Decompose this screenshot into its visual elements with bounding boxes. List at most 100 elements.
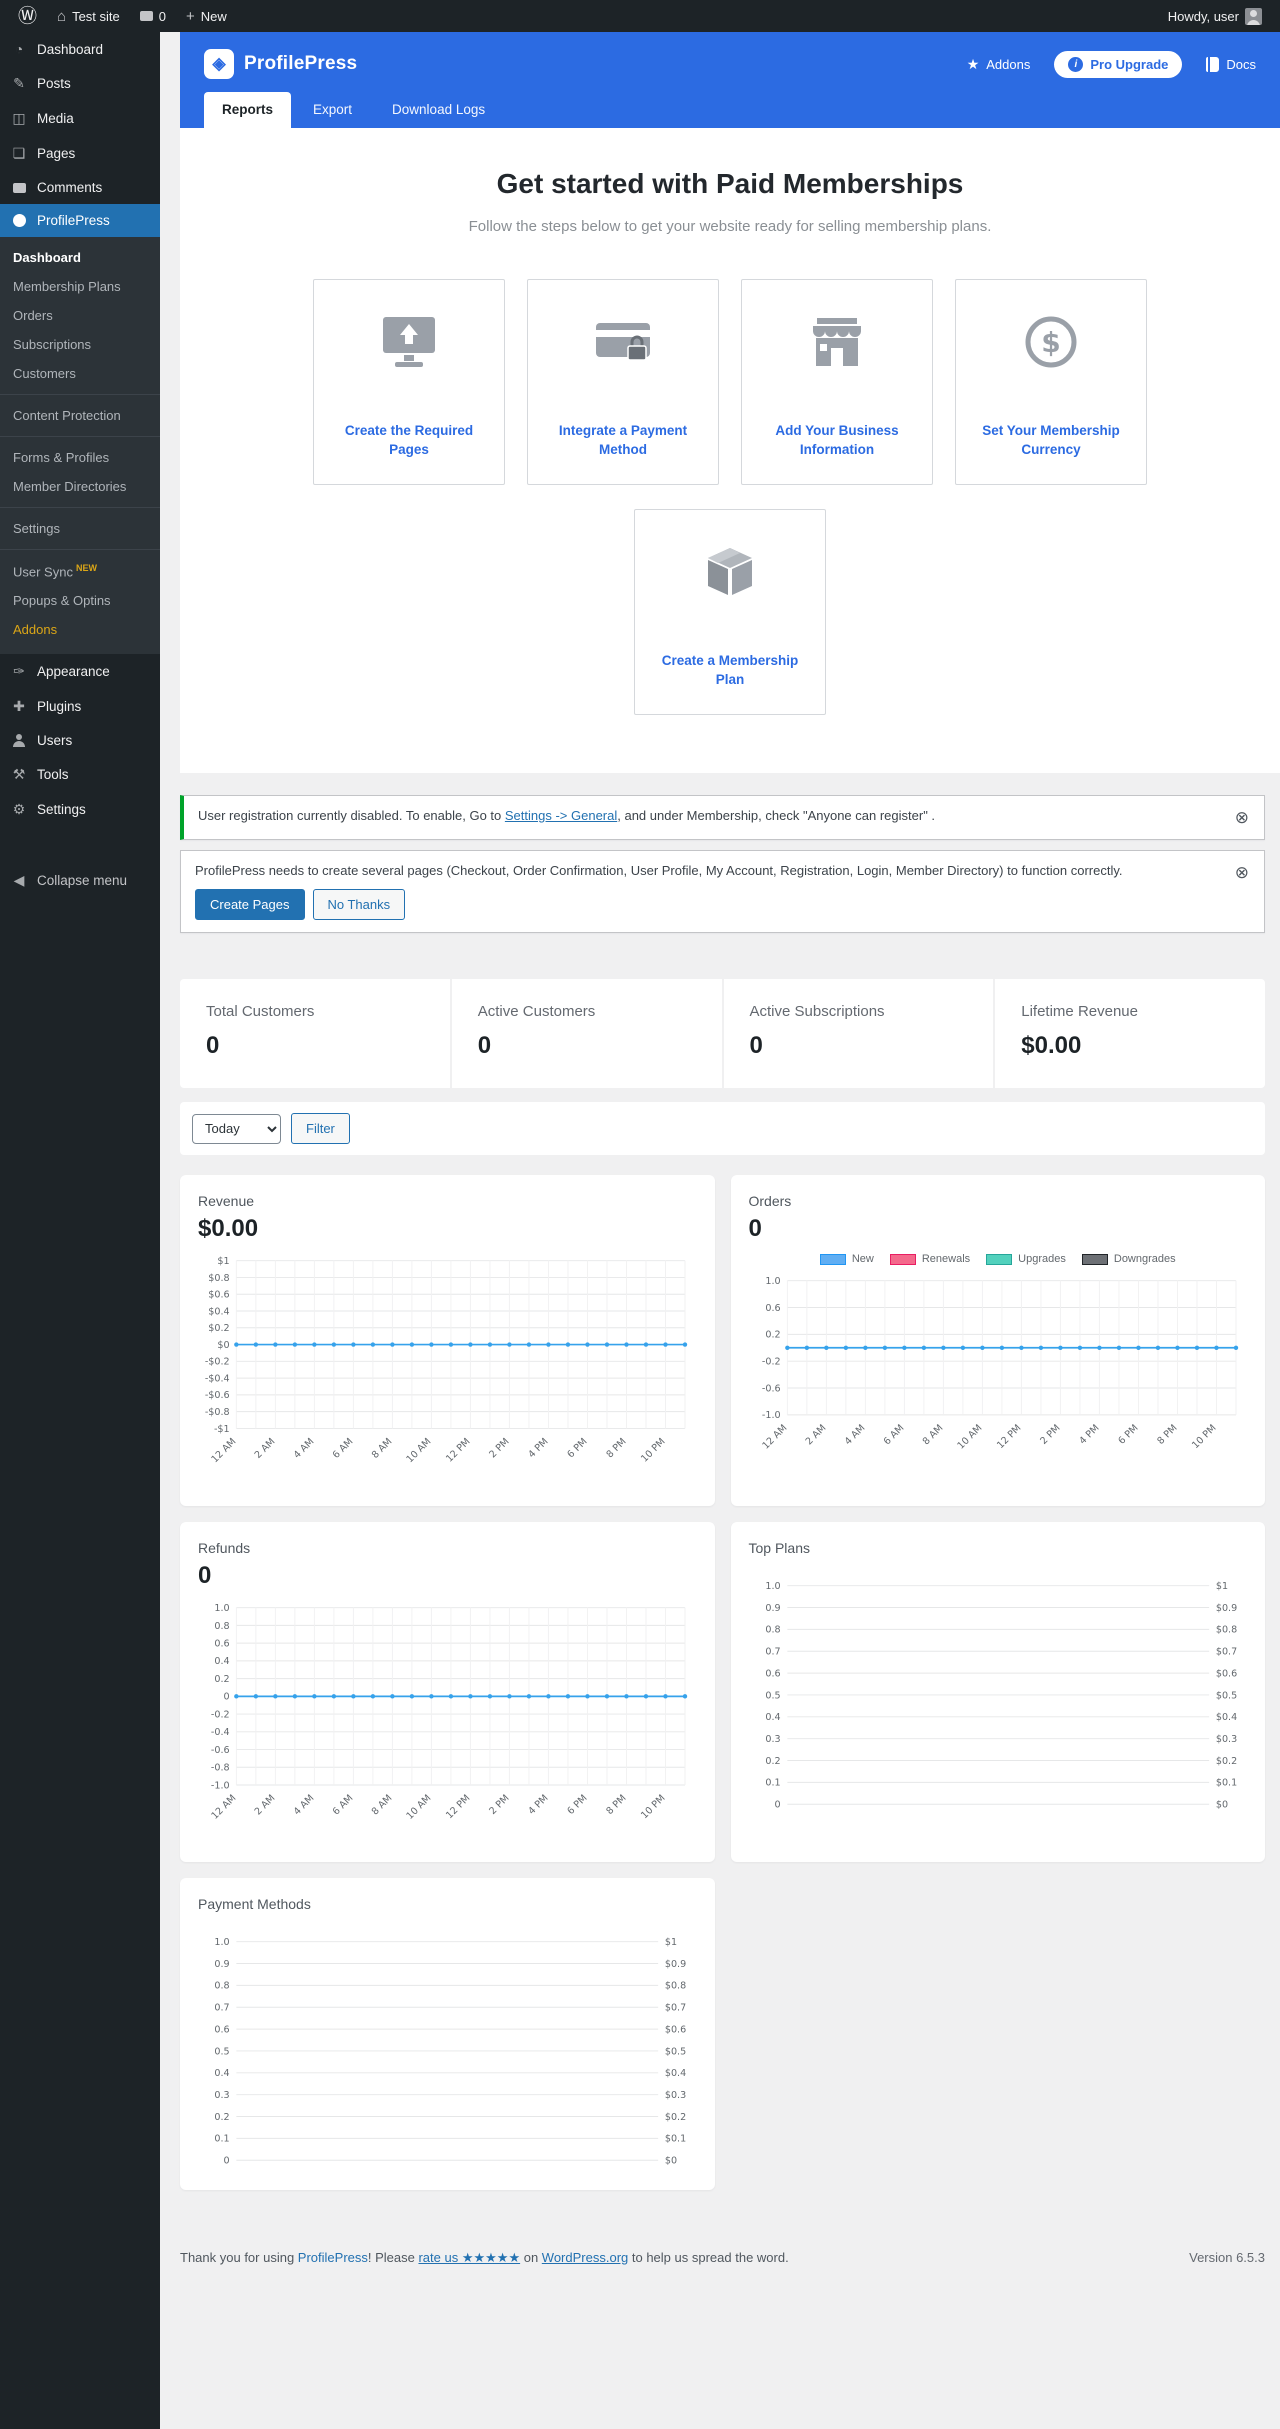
submenu-item-settings[interactable]: Settings: [0, 514, 160, 543]
profilepress-link[interactable]: ProfilePress: [298, 2250, 368, 2265]
wordpress-menu[interactable]: Ⓦ: [10, 0, 45, 32]
profilepress-logo[interactable]: ◈ ProfilePress: [204, 49, 357, 79]
sidebar-item-users[interactable]: Users: [0, 724, 160, 757]
svg-text:0.3: 0.3: [765, 1734, 780, 1745]
refunds-card: Refunds 0 1.0 0.8 0.6 0.4 0.2 0 -0.2 -0.4 -0.6 -0…: [180, 1521, 715, 1862]
chart-value: 0: [198, 1561, 212, 1589]
sidebar-item-label: ProfilePress: [37, 213, 110, 228]
charts-grid: Revenue $0.00 $1 $0.8 $0.6 $0.4 $0.2 $0 -$0.2 -…: [180, 1175, 1265, 2190]
svg-text:8 AM: 8 AM: [920, 1423, 945, 1448]
wordpress-org-link[interactable]: WordPress.org: [542, 2250, 628, 2265]
setup-card-currency[interactable]: $ Set Your Membership Currency: [955, 279, 1147, 485]
svg-text:1.0: 1.0: [765, 1581, 780, 1592]
submenu-item-member-directories[interactable]: Member Directories: [0, 472, 160, 501]
svg-text:-0.8: -0.8: [211, 1762, 230, 1773]
site-name: Test site: [72, 8, 120, 24]
submenu-item-forms-profiles[interactable]: Forms & Profiles: [0, 443, 160, 472]
setup-card-business-info[interactable]: Add Your Business Information: [741, 279, 933, 485]
notice-text: ProfilePress needs to create several pag…: [195, 863, 1123, 878]
svg-text:6 PM: 6 PM: [1116, 1423, 1140, 1447]
svg-text:6 AM: 6 AM: [331, 1792, 356, 1817]
svg-text:8 PM: 8 PM: [604, 1436, 628, 1460]
svg-text:10 AM: 10 AM: [955, 1423, 984, 1452]
settings-general-link[interactable]: Settings -> General: [505, 808, 617, 823]
submenu-item-dashboard[interactable]: Dashboard: [0, 243, 160, 272]
sidebar-item-appearance[interactable]: ✑ Appearance: [0, 654, 160, 689]
submenu-item-customers[interactable]: Customers: [0, 359, 160, 388]
collapse-arrow-icon: ◀: [13, 872, 25, 889]
submenu-item-addons[interactable]: Addons: [0, 615, 160, 644]
legend-item-upgrades[interactable]: Upgrades: [986, 1253, 1066, 1265]
submenu-item-orders[interactable]: Orders: [0, 301, 160, 330]
sidebar-item-profilepress[interactable]: ProfilePress: [0, 204, 160, 237]
legend-item-new[interactable]: New: [819, 1253, 874, 1265]
addons-link[interactable]: ★ Addons: [967, 56, 1031, 73]
svg-text:10 PM: 10 PM: [1190, 1423, 1218, 1451]
sidebar-item-media[interactable]: ◫ Media: [0, 101, 160, 136]
svg-text:$0.3: $0.3: [665, 2090, 686, 2101]
sidebar-item-comments[interactable]: Comments: [0, 171, 160, 204]
submenu-item-content-protection[interactable]: Content Protection: [0, 401, 160, 430]
comments-link[interactable]: 0: [132, 0, 174, 32]
admin-footer: Thank you for using ProfilePress! Please…: [180, 2250, 1265, 2274]
submenu-item-popups-optins[interactable]: Popups & Optins: [0, 586, 160, 615]
submenu-item-user-sync[interactable]: User Sync NEW: [0, 556, 160, 586]
svg-text:6 AM: 6 AM: [881, 1423, 906, 1448]
svg-text:-0.6: -0.6: [761, 1383, 780, 1394]
svg-text:-0.4: -0.4: [211, 1727, 230, 1738]
camera-icon: ◫: [12, 110, 26, 126]
date-range-select[interactable]: Today: [192, 1113, 281, 1144]
sidebar-item-label: Comments: [37, 180, 103, 195]
no-thanks-button[interactable]: No Thanks: [312, 889, 406, 920]
new-content-link[interactable]: + New: [178, 0, 235, 32]
docs-link[interactable]: Docs: [1206, 56, 1256, 72]
setup-card-required-pages[interactable]: Create the Required Pages: [313, 279, 505, 485]
setup-card-label: Create the Required Pages: [344, 423, 474, 458]
rate-us-link[interactable]: rate us ★★★★★: [418, 2250, 520, 2265]
svg-text:$0.6: $0.6: [208, 1290, 229, 1301]
sidebar-item-posts[interactable]: ✎ Posts: [0, 66, 160, 101]
submenu-item-subscriptions[interactable]: Subscriptions: [0, 330, 160, 359]
svg-text:0: 0: [224, 2156, 230, 2167]
sidebar-item-label: Users: [37, 733, 73, 749]
filter-button[interactable]: Filter: [291, 1113, 350, 1144]
svg-text:4 AM: 4 AM: [292, 1792, 317, 1817]
new-badge: NEW: [75, 563, 97, 573]
account-menu[interactable]: Howdy, user: [1160, 0, 1270, 32]
svg-text:0.2: 0.2: [214, 2112, 229, 2123]
collapse-menu-button[interactable]: ◀ Collapse menu: [0, 863, 160, 898]
sidebar-item-settings[interactable]: ⚙ Settings: [0, 792, 160, 827]
submenu-divider: [0, 436, 160, 437]
dismiss-notice-icon[interactable]: ⊗: [1232, 863, 1252, 882]
svg-text:$0.6: $0.6: [665, 2024, 686, 2035]
dismiss-notice-icon[interactable]: ⊗: [1232, 808, 1252, 827]
legend-item-renewals[interactable]: Renewals: [889, 1253, 970, 1265]
pro-upgrade-button[interactable]: i Pro Upgrade: [1054, 50, 1183, 78]
tab-reports[interactable]: Reports: [204, 92, 292, 128]
submenu-item-membership-plans[interactable]: Membership Plans: [0, 272, 160, 301]
sidebar-item-label: Settings: [37, 802, 86, 818]
comment-bubble-icon: [139, 11, 153, 21]
setup-card-membership-plan[interactable]: Create a Membership Plan: [634, 509, 826, 715]
registration-disabled-notice: User registration currently disabled. To…: [180, 795, 1265, 840]
create-pages-button[interactable]: Create Pages: [195, 889, 305, 920]
create-pages-notice: ProfilePress needs to create several pag…: [180, 850, 1265, 933]
sidebar-item-dashboard[interactable]: ◔ Dashboard: [0, 32, 160, 66]
brand-name: ProfilePress: [244, 53, 358, 74]
svg-text:4 PM: 4 PM: [1077, 1423, 1101, 1447]
legend-item-downgrades[interactable]: Downgrades: [1081, 1253, 1176, 1265]
svg-text:12 AM: 12 AM: [209, 1792, 238, 1821]
site-name-link[interactable]: ⌂ Test site: [49, 0, 128, 32]
svg-text:10 PM: 10 PM: [639, 1436, 667, 1464]
tab-export[interactable]: Export: [295, 92, 370, 128]
sidebar-item-plugins[interactable]: ✚ Plugins: [0, 689, 160, 724]
sidebar-item-pages[interactable]: ❏ Pages: [0, 136, 160, 171]
svg-text:$0.8: $0.8: [1215, 1624, 1236, 1635]
orders-chart: 1.0 0.6 0.2 -0.2 -0.6 -1.0 12 AM 2 AM 4 AM 6 AM 8 …: [749, 1273, 1248, 1478]
sidebar-item-tools[interactable]: ⚒ Tools: [0, 757, 160, 792]
tab-download-logs[interactable]: Download Logs: [374, 92, 503, 128]
setup-card-payment-method[interactable]: Integrate a Payment Method: [527, 279, 719, 485]
svg-text:-0.2: -0.2: [761, 1357, 780, 1368]
svg-text:8 PM: 8 PM: [604, 1792, 628, 1816]
chart-title: Orders: [748, 1193, 792, 1209]
